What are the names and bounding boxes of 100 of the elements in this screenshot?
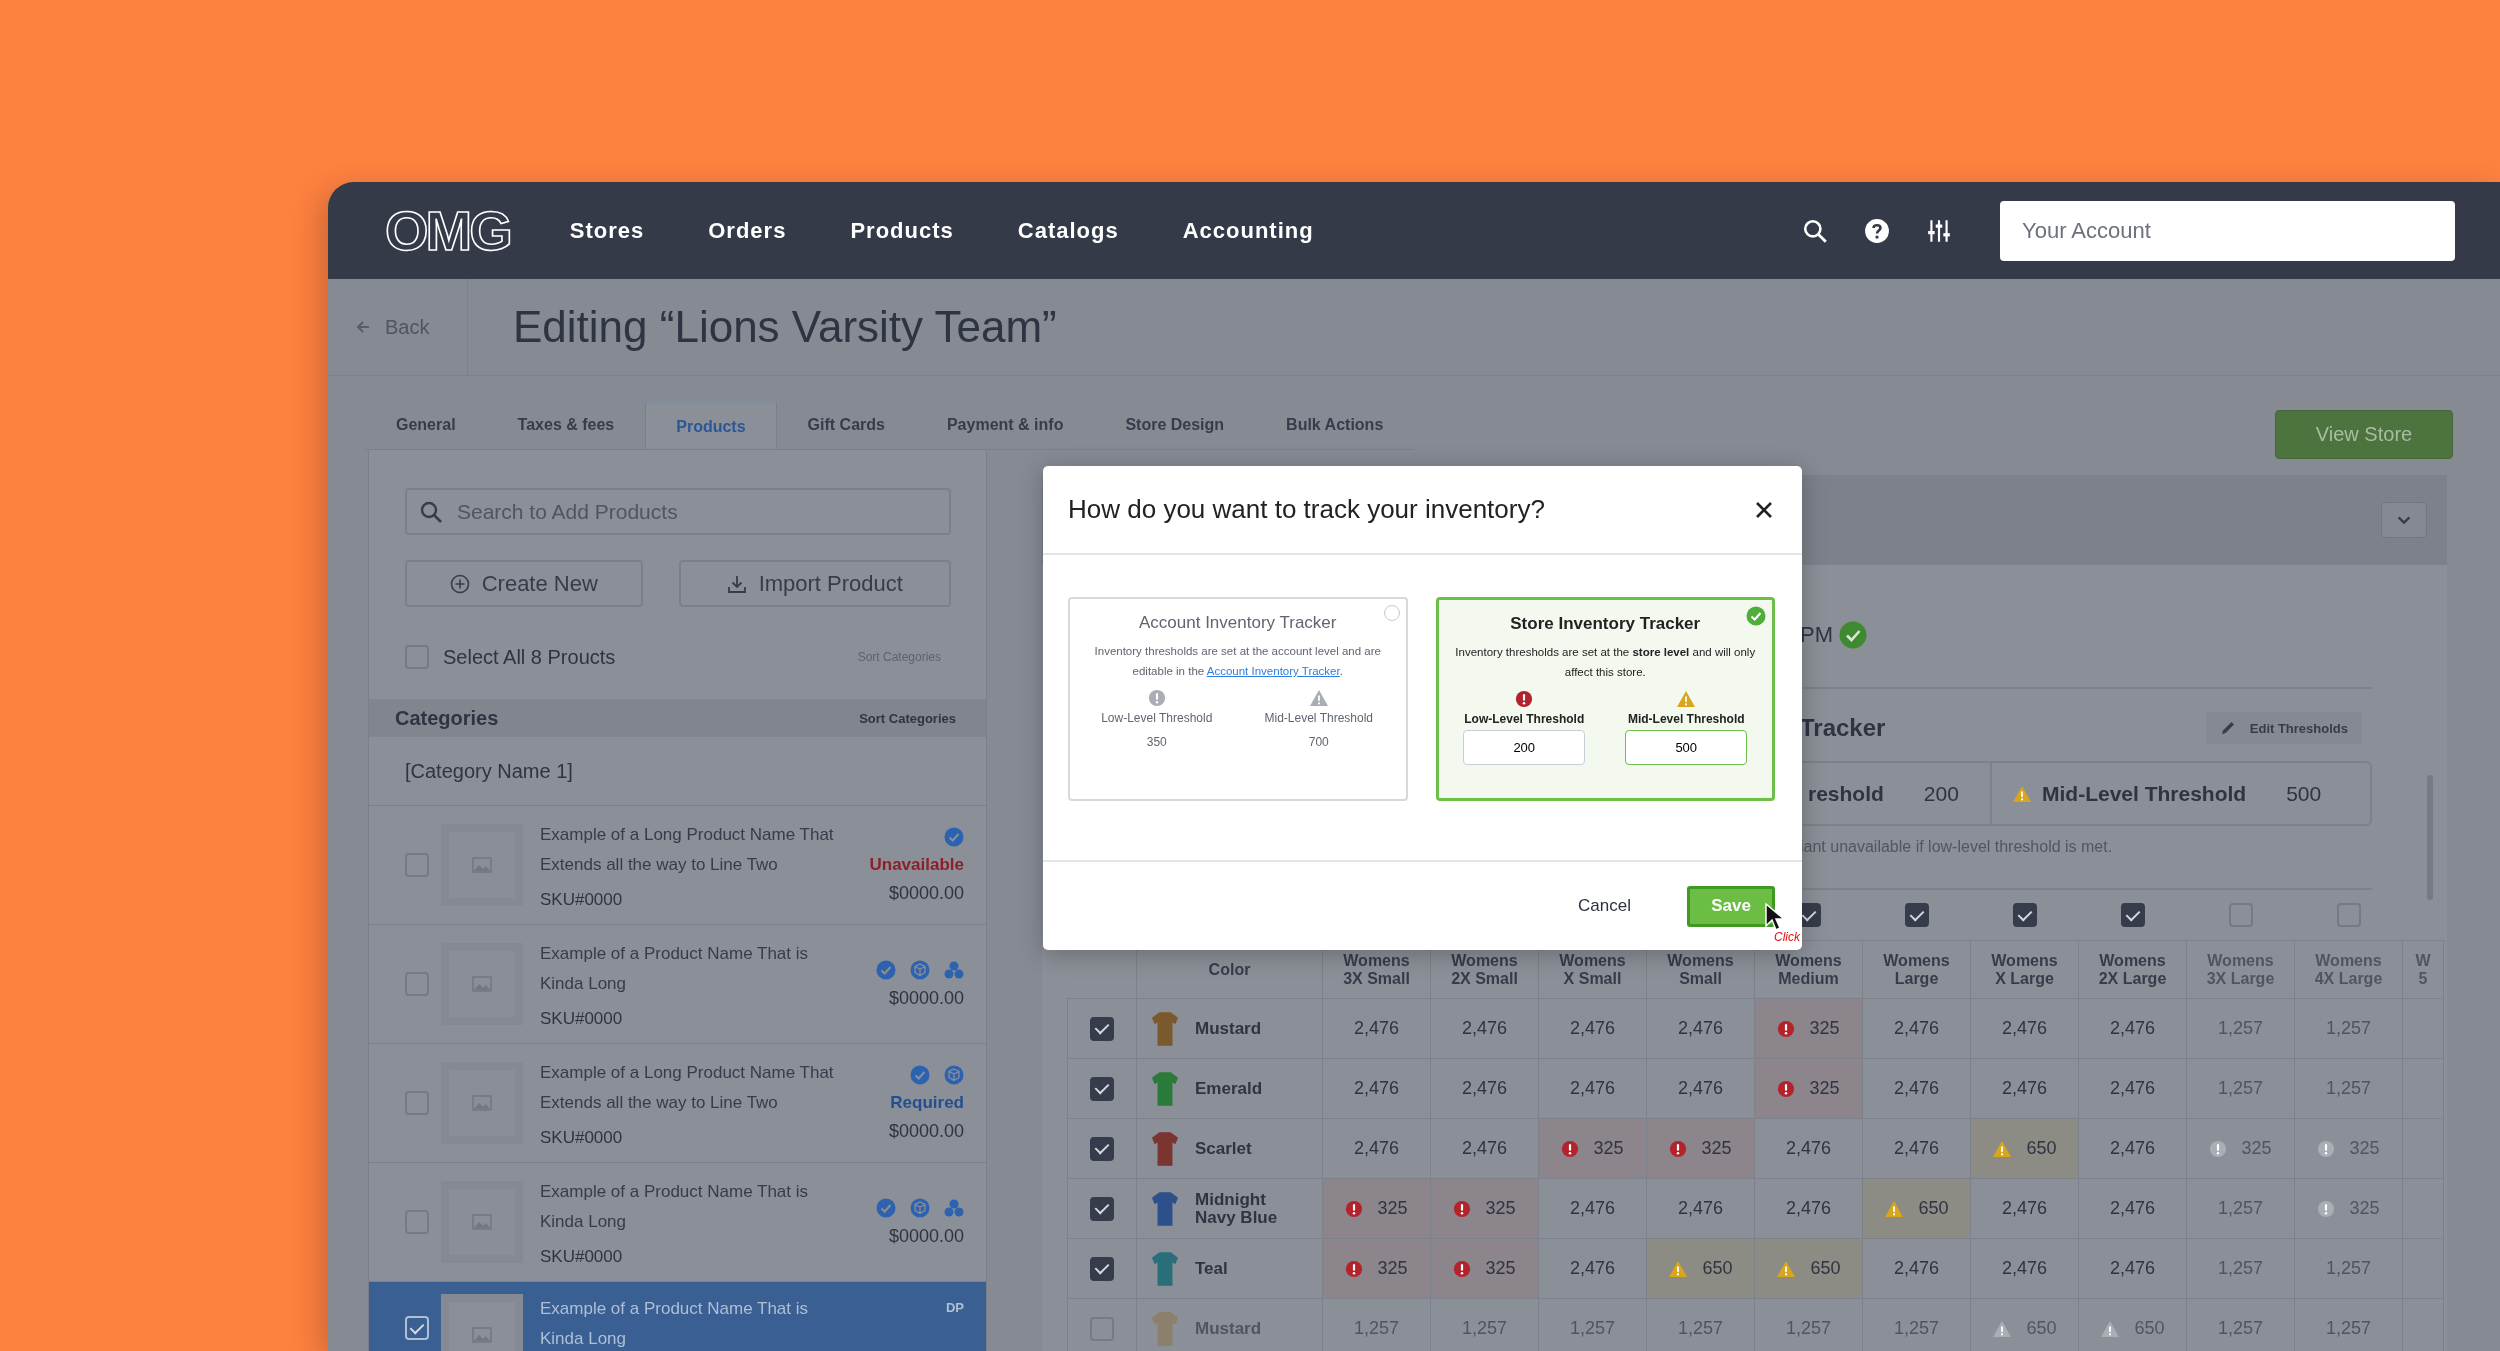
sort-link[interactable]: Sort Categories — [859, 710, 956, 726]
tracker-option-card[interactable]: Account Inventory Tracker Inventory thresholds are set at the account level and are editable in the Account Inventory Tracker. Low-Level Threshold 350 Mid-Level Threshold 700 — [1068, 597, 1408, 801]
pencil-icon — [2219, 720, 2236, 736]
stock-count: 650 — [2134, 1318, 2165, 1339]
product-row[interactable]: Example of a Product Name That is Kinda Long SKU#0000 $0000.00 — [369, 1163, 986, 1282]
stock-count: 325 — [1809, 1078, 1840, 1099]
stock-count: 1,257 — [2325, 1078, 2371, 1099]
stock-count: 325 — [1485, 1198, 1516, 1219]
status-label: Unavailable — [869, 854, 964, 875]
alert-icon — [1561, 1139, 1580, 1158]
checkbox[interactable] — [1090, 1136, 1114, 1161]
product-row[interactable]: Example of a Product Name That is Kinda Long DP — [369, 1282, 986, 1351]
column-header: Womens 3X Large — [2186, 940, 2295, 999]
threshold-label: Mid-Level Threshold — [2042, 781, 2247, 806]
stock-count: 2,476 — [1893, 1018, 1939, 1039]
stock-count: 2,476 — [1893, 1078, 1939, 1099]
stock-count: 325 — [1593, 1138, 1624, 1159]
stock-count: 1,257 — [2325, 1258, 2371, 1279]
nav-link[interactable]: Catalogs — [1017, 217, 1119, 244]
settings-icon[interactable] — [1926, 217, 1952, 244]
tab[interactable]: Store Design — [1094, 401, 1256, 447]
help-icon[interactable] — [1864, 217, 1890, 244]
checkbox[interactable] — [2012, 903, 2037, 927]
product-sku: SKU#0000 — [540, 1128, 624, 1148]
stock-count: 325 — [1377, 1198, 1408, 1219]
threshold-input[interactable]: 500 — [1625, 730, 1748, 765]
product-row[interactable]: Example of a Product Name That is Kinda Long SKU#0000 $0000.00 — [369, 925, 986, 1044]
checkbox[interactable] — [1090, 1256, 1114, 1281]
column-header: Womens Large — [1862, 940, 1971, 999]
warning-icon — [1308, 689, 1329, 707]
account-field[interactable]: Your Account — [2000, 200, 2455, 261]
threshold-label: reshold — [1808, 781, 1884, 806]
tab[interactable]: Bulk Actions — [1255, 401, 1415, 447]
edit-thresholds-button[interactable]: Edit Thresholds — [2205, 712, 2362, 744]
search-field[interactable]: Search to Add Products — [405, 488, 951, 535]
product-row[interactable]: Example of a Long Product Name That Extends all the way to Line Two SKU#0000 Required $0000.00 — [369, 1044, 986, 1163]
stock-count: 325 — [1701, 1138, 1732, 1159]
stock-count: 2,476 — [2001, 1258, 2047, 1279]
section-heading: Tracker — [1800, 714, 1886, 742]
product-price: $0000.00 — [888, 1120, 964, 1142]
logo[interactable]: OMG — [385, 198, 510, 263]
stock-count: 1,257 — [1353, 1318, 1399, 1339]
nav-link[interactable]: Orders — [708, 217, 787, 244]
stock-count: 1,257 — [2217, 1258, 2263, 1279]
tab[interactable]: Payment & info — [915, 401, 1095, 447]
checkbox[interactable] — [405, 1316, 429, 1340]
alert-icon — [1453, 1259, 1472, 1278]
cancel-button[interactable]: Cancel — [1572, 895, 1637, 917]
option-title: Account Inventory Tracker — [1139, 613, 1337, 633]
threshold-input[interactable]: 200 — [1463, 730, 1586, 765]
link[interactable]: Account Inventory Tracker — [1206, 665, 1340, 677]
alert-icon — [1777, 1079, 1796, 1098]
import-product-button[interactable]: Import Product — [678, 560, 951, 607]
threshold-value: 200 — [1923, 781, 1959, 806]
stock-count: 2,476 — [1785, 1138, 1831, 1159]
dialog-title: How do you want to track your inventory? — [1068, 494, 1545, 525]
column-header: Womens 4X Large — [2294, 940, 2403, 999]
stock-count: 325 — [2349, 1138, 2380, 1159]
nav-link[interactable]: Accounting — [1182, 217, 1314, 244]
alert-icon — [1345, 1259, 1364, 1278]
product-row[interactable]: Example of a Long Product Name That Extends all the way to Line Two SKU#0000 Unavailable $0000.00 — [369, 806, 986, 925]
save-button[interactable]: Save — [1687, 885, 1775, 927]
product-sku: SKU#0000 — [540, 890, 624, 910]
stock-count: 2,476 — [1461, 1078, 1507, 1099]
threshold-value: 500 — [2286, 781, 2322, 806]
product-sku: SKU#0000 — [540, 1009, 624, 1029]
search-icon[interactable] — [1802, 217, 1828, 244]
tab[interactable]: Products — [645, 401, 777, 449]
stock-count: 2,476 — [1569, 1258, 1615, 1279]
create-new-button[interactable]: Create New — [405, 560, 643, 607]
stock-count: 2,476 — [1569, 1078, 1615, 1099]
stock-count: 2,476 — [1461, 1018, 1507, 1039]
stock-count: 2,476 — [1353, 1078, 1399, 1099]
tab[interactable]: Gift Cards — [776, 401, 916, 447]
warning-icon — [1992, 1139, 2013, 1158]
stock-count: 2,476 — [1893, 1138, 1939, 1159]
status-label: Required — [890, 1092, 964, 1113]
stock-count: 325 — [1809, 1018, 1840, 1039]
warning-icon — [1992, 1319, 2013, 1338]
close-icon[interactable] — [1754, 499, 1774, 520]
checkbox[interactable] — [1090, 1076, 1114, 1101]
nav-link[interactable]: Products — [850, 217, 954, 244]
tab[interactable]: General — [365, 401, 487, 447]
cube-icon — [910, 1197, 930, 1218]
checkbox[interactable] — [1904, 903, 1929, 927]
checkbox[interactable] — [1090, 1016, 1114, 1041]
stock-count: 650 — [2026, 1138, 2057, 1159]
nav-link[interactable]: Stores — [569, 217, 645, 244]
checkbox[interactable] — [1090, 1196, 1114, 1221]
tab[interactable]: Taxes & fees — [486, 401, 646, 447]
plus-circle-icon — [449, 573, 470, 594]
stock-count: 1,257 — [2217, 1198, 2263, 1219]
stock-count: 1,257 — [2325, 1018, 2371, 1039]
threshold-label: Low-Level Threshold — [1101, 711, 1213, 725]
checkbox[interactable] — [2120, 903, 2145, 927]
color-name: Scarlet — [1195, 1139, 1253, 1158]
alert-icon — [1345, 1199, 1364, 1218]
view-store-button[interactable]: View Store — [2275, 410, 2453, 459]
tracker-option-card[interactable]: Store Inventory Tracker Inventory thresholds are set at the store level and will only affect this store. Low-Level Threshold 200 Mid-Level Threshold 500 — [1435, 597, 1775, 801]
stock-count: 325 — [2241, 1138, 2272, 1159]
